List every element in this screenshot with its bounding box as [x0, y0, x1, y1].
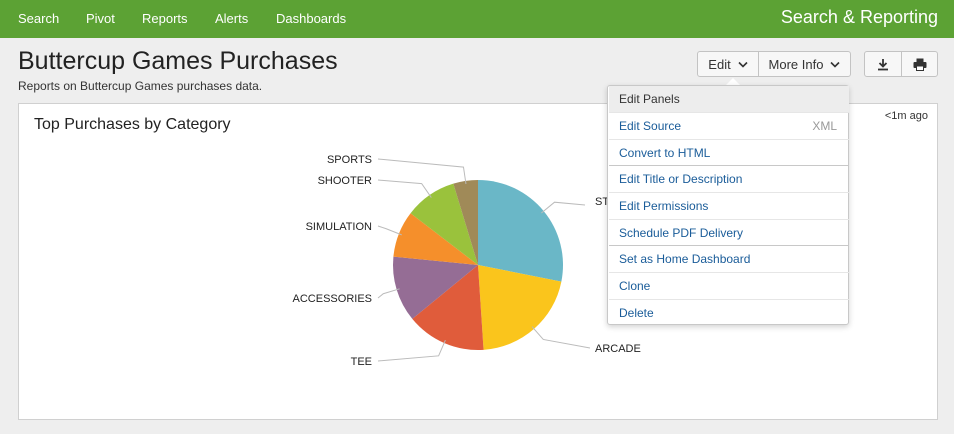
menu-item-label: Edit Permissions [619, 199, 709, 213]
pie-slice-strategy[interactable] [478, 180, 563, 282]
menu-item-label: Edit Source [619, 119, 682, 133]
menu-item-set-home[interactable]: Set as Home Dashboard [609, 246, 849, 272]
pie-label-simulation: SIMULATION [306, 221, 372, 233]
leader-line-tee [377, 340, 446, 362]
leader-line-accessories [377, 288, 400, 299]
menu-item-edit-panels[interactable]: Edit Panels [609, 86, 849, 112]
pie-label-arcade: ARCADE [595, 343, 641, 355]
menu-item-schedule-pdf[interactable]: Schedule PDF Delivery [609, 220, 849, 246]
menu-item-hint: XML [812, 119, 837, 133]
menu-item-edit-title[interactable]: Edit Title or Description [609, 166, 849, 192]
menu-item-delete[interactable]: Delete [609, 300, 849, 326]
menu-item-label: Edit Panels [619, 92, 680, 106]
menu-item-label: Convert to HTML [619, 146, 711, 160]
menu-item-edit-permissions[interactable]: Edit Permissions [609, 193, 849, 219]
pie-label-sports: SPORTS [327, 154, 372, 166]
pie-label-tee: TEE [351, 356, 372, 368]
menu-item-clone[interactable]: Clone [609, 273, 849, 299]
pie-label-accessories: ACCESSORIES [293, 293, 372, 305]
leader-line-shooter [377, 179, 432, 198]
leader-line-arcade [531, 326, 591, 349]
menu-item-convert-html[interactable]: Convert to HTML [609, 140, 849, 166]
menu-item-label: Schedule PDF Delivery [619, 226, 744, 240]
edit-dropdown-menu: Edit Panels Edit Source XML Convert to HT… [607, 85, 849, 325]
pie-label-shooter: SHOOTER [318, 175, 372, 187]
leader-line-sports [377, 158, 467, 184]
leader-line-strategy [541, 201, 586, 214]
menu-item-label: Edit Title or Description [619, 172, 743, 186]
menu-item-label: Delete [619, 306, 654, 320]
menu-item-edit-source[interactable]: Edit Source XML [609, 113, 849, 139]
menu-item-label: Clone [619, 279, 651, 293]
leader-line-simulation [377, 225, 402, 236]
menu-item-label: Set as Home Dashboard [619, 252, 751, 266]
